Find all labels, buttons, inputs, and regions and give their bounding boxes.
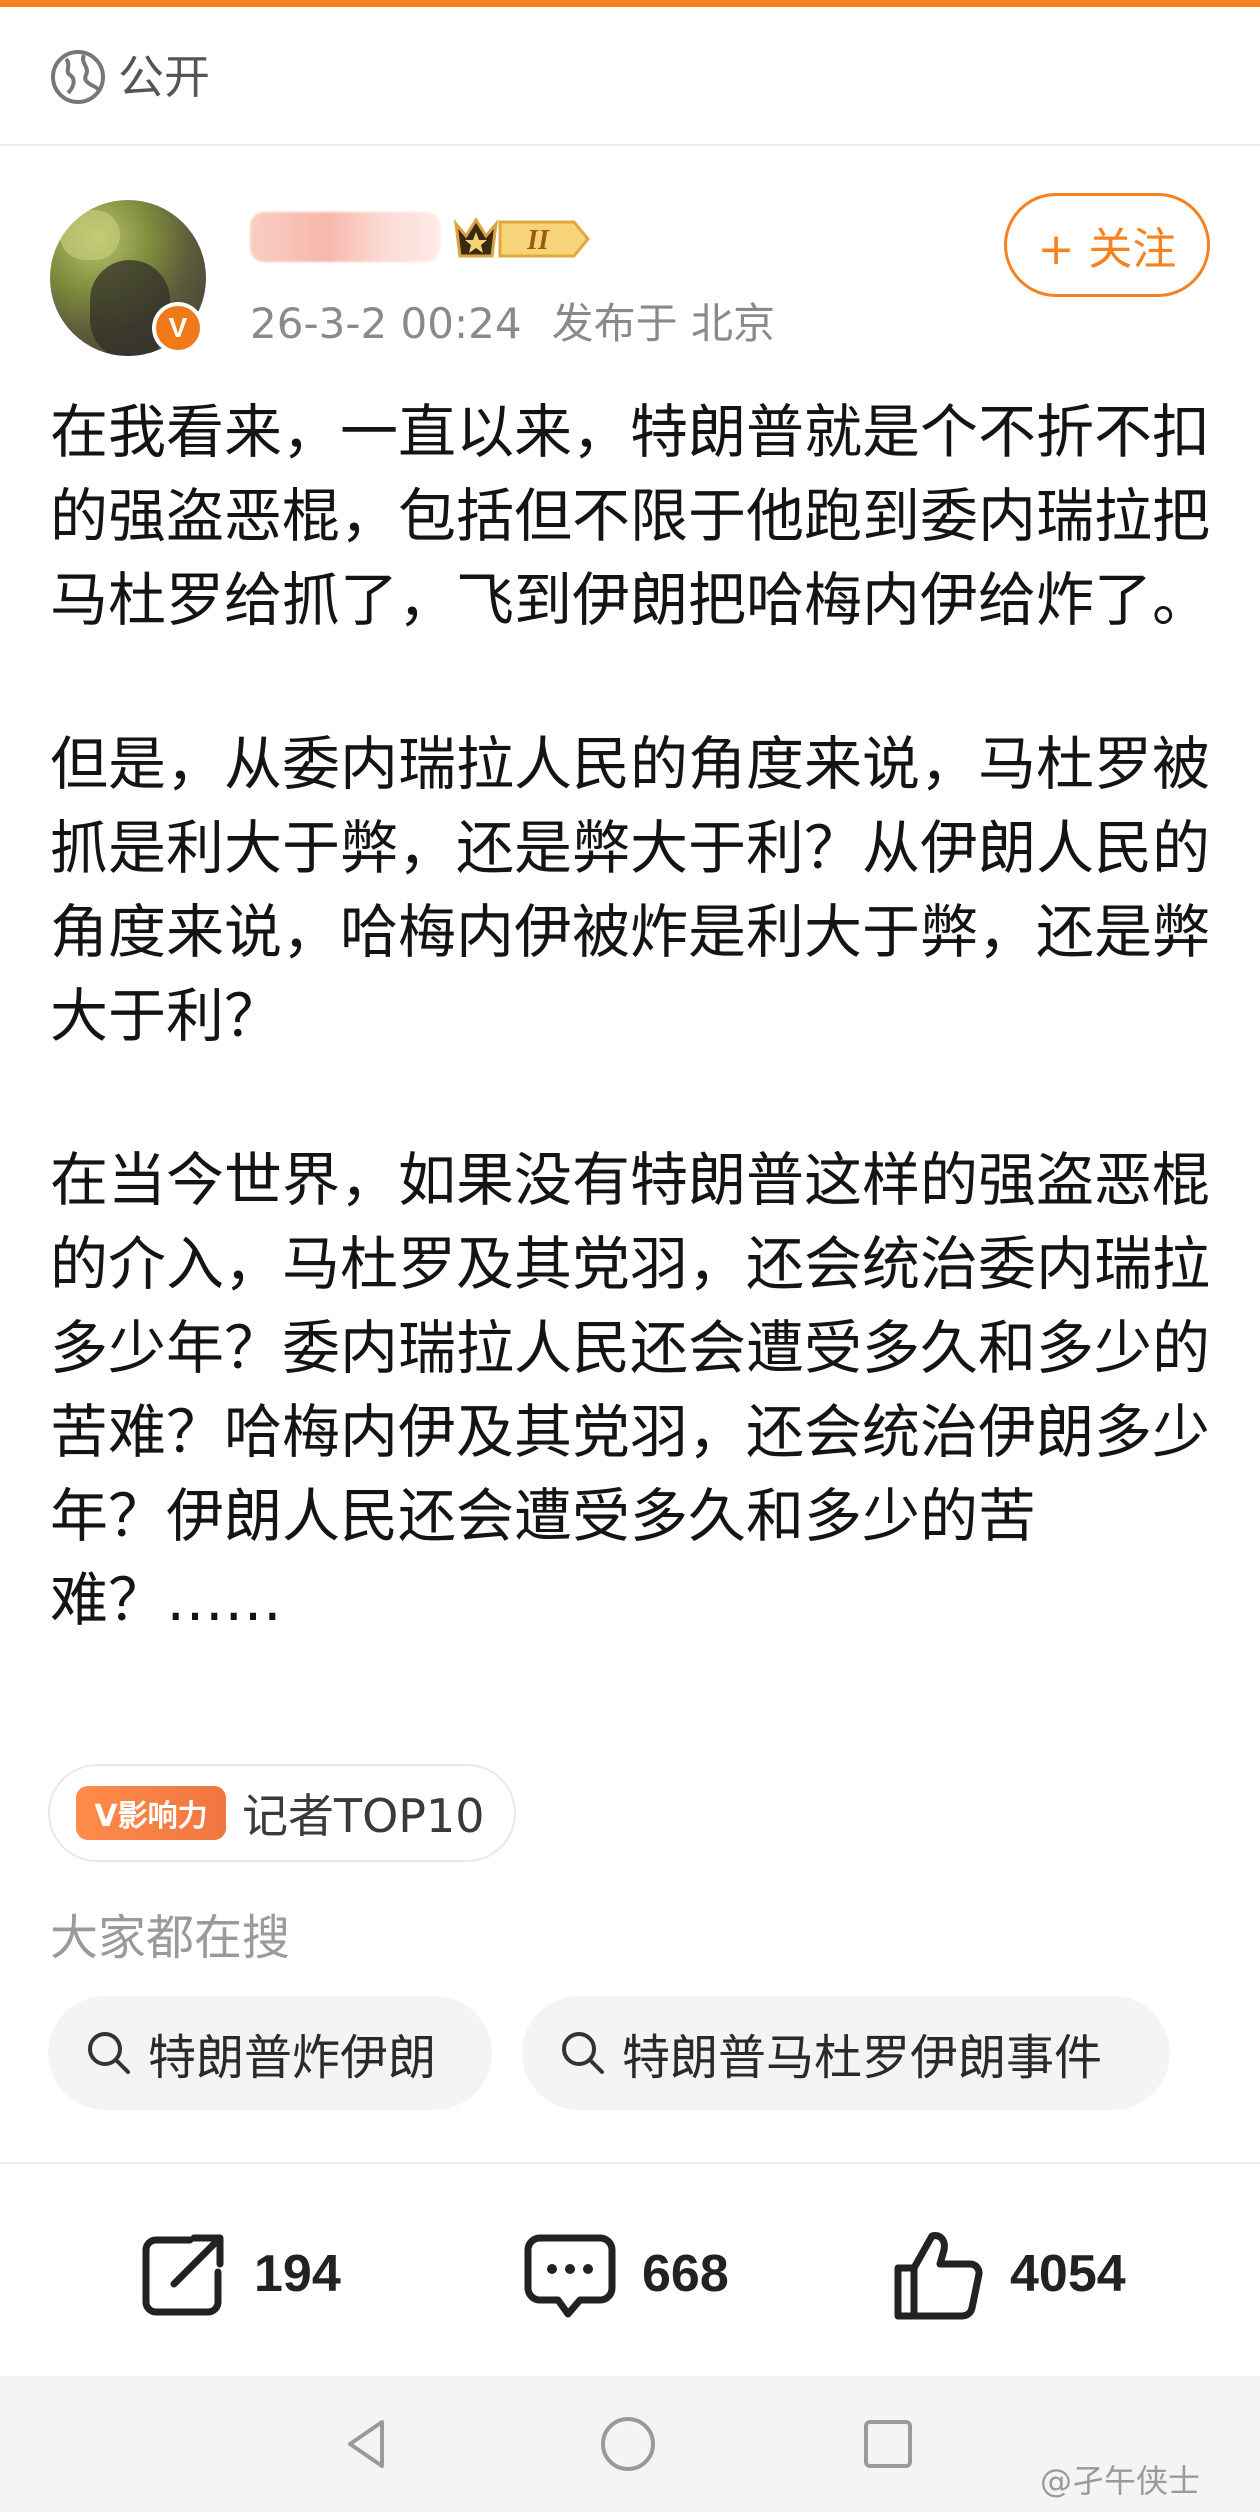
repost-count: 194 [254, 2245, 341, 2303]
member-level-badge: II [453, 217, 590, 258]
back-nav-icon[interactable] [336, 2414, 396, 2474]
watermark: @孑午侠士 [1040, 2462, 1201, 2500]
influence-tag[interactable]: V影响力 记者TOP10 [48, 1764, 516, 1862]
recents-nav-icon[interactable] [858, 2414, 918, 2474]
search-chip[interactable]: 特朗普炸伊朗 [48, 1996, 492, 2110]
follow-button[interactable]: + 关注 [1004, 193, 1210, 297]
globe-icon [51, 50, 105, 104]
post-paragraph: 但是，从委内瑞拉人民的角度来说，马杜罗被抓是利大于弊，还是弊大于利？从伊朗人民的… [50, 730, 1211, 1050]
post-location: 发布于 北京 [551, 299, 775, 348]
post-time: 26-3-2 00:24 [250, 299, 522, 348]
influence-label: 记者TOP10 [242, 1789, 485, 1843]
search-chip-label: 特朗普炸伊朗 [148, 2030, 437, 2086]
search-chip-label: 特朗普马杜罗伊朗事件 [622, 2030, 1103, 2086]
verified-v-mark: V [156, 306, 200, 350]
top-accent-bar [0, 0, 1260, 7]
verified-badge: V [152, 302, 204, 354]
comment-icon [524, 2234, 616, 2318]
search-chip[interactable]: 特朗普马杜罗伊朗事件 [522, 1996, 1170, 2110]
divider [0, 2162, 1260, 2164]
visibility-label: 公开 [118, 50, 210, 104]
search-icon [562, 2032, 604, 2074]
comment-button[interactable]: 668 [522, 2224, 729, 2324]
repost-button[interactable]: 194 [134, 2224, 341, 2324]
thumbs-up-icon [894, 2232, 983, 2320]
home-nav-icon[interactable] [598, 2414, 658, 2474]
author-name-redacted[interactable] [250, 212, 440, 262]
post-paragraph: 在当今世界，如果没有特朗普这样的强盗恶棍的介入，马杜罗及其党羽，还会统治委内瑞拉… [50, 1146, 1211, 1634]
like-count: 4054 [1010, 2245, 1126, 2303]
post-meta: 26-3-2 00:24 发布于 北京 [250, 296, 775, 352]
post-paragraph: 在我看来，一直以来，特朗普就是个不折不扣的强盗恶棍，包括但不限于他跑到委内瑞拉把… [50, 398, 1211, 634]
comment-count: 668 [642, 2245, 729, 2303]
visibility-bar[interactable]: 公开 [0, 7, 1260, 146]
influence-badge: V影响力 [76, 1786, 226, 1840]
member-level-mark: II [526, 225, 550, 256]
trending-search-title: 大家都在搜 [50, 1910, 291, 1966]
search-icon [88, 2032, 130, 2074]
like-button[interactable]: 4054 [890, 2224, 1126, 2324]
share-icon [142, 2234, 224, 2316]
post-content: 在我看来，一直以来，特朗普就是个不折不扣的强盗恶棍，包括但不限于他跑到委内瑞拉把… [50, 390, 1210, 1642]
